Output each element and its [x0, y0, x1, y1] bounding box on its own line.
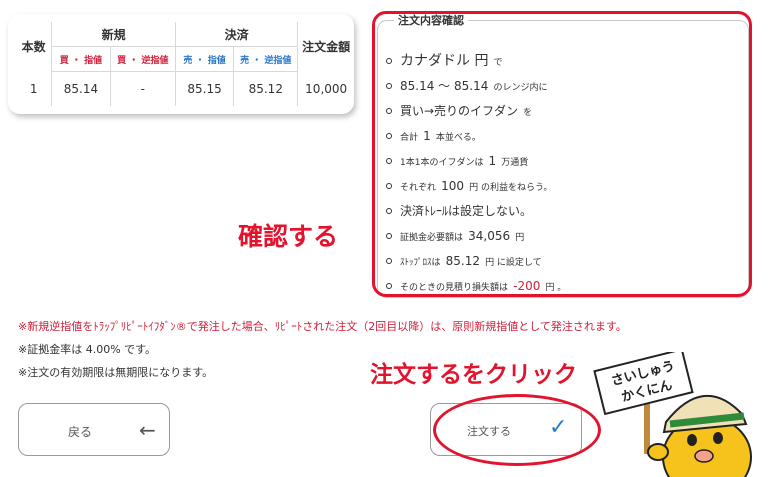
- header-buy-limit: 買 ・ 指値: [51, 46, 111, 72]
- back-button[interactable]: 戻る ←: [18, 403, 170, 456]
- annotation-click-label: 注文するをクリック: [370, 362, 577, 388]
- cell-new-limit: 85.14: [51, 71, 111, 106]
- header-count: 本数: [21, 40, 46, 55]
- cell-settle-stop: 85.12: [233, 71, 298, 106]
- annotation-order-oval: [433, 394, 601, 466]
- cell-new-stop: -: [109, 71, 176, 106]
- header-buy-stop: 買 ・ 逆指値: [109, 46, 176, 72]
- mascot-eye-right: [713, 432, 723, 444]
- mascot-illustration: さいしゅう かくにん: [593, 352, 752, 477]
- sign-board: [593, 352, 694, 416]
- header-settle: 決済: [174, 22, 298, 47]
- header-new: 新規: [51, 22, 176, 47]
- cell-amount: 10,000: [297, 71, 354, 106]
- sign-pole: [644, 404, 650, 454]
- order-summary-table: 本数 新規 決済 注文金額 買 ・ 指値 買 ・ 逆指値 売 ・ 指値 売 ・ …: [16, 22, 354, 106]
- back-button-label: 戻る: [68, 425, 93, 439]
- cell-settle-limit: 85.15: [174, 71, 234, 106]
- mascot-mouth: [694, 449, 714, 463]
- table-row: 1 85.14 - 85.15 85.12 10,000: [16, 71, 354, 106]
- note-warning: ※新規逆指値をﾄﾗｯﾌﾟﾘﾋﾟｰﾄｲﾌﾀﾞﾝ®で発注した場合、ﾘﾋﾟｰﾄされた注…: [18, 320, 627, 333]
- header-sell-limit: 売 ・ 指値: [174, 46, 234, 72]
- annotation-confirm-frame: [372, 11, 752, 297]
- annotation-confirm-label: 確認する: [238, 222, 339, 251]
- header-sell-stop: 売 ・ 逆指値: [233, 46, 298, 72]
- header-amount: 注文金額: [297, 22, 354, 72]
- mascot-arm: [647, 443, 669, 461]
- arrow-left-icon: ←: [139, 418, 156, 442]
- cell-count: 1: [29, 81, 38, 96]
- order-summary-card: 本数 新規 決済 注文金額 買 ・ 指値 買 ・ 逆指値 売 ・ 指値 売 ・ …: [8, 14, 354, 114]
- mascot-eye-left: [687, 434, 697, 446]
